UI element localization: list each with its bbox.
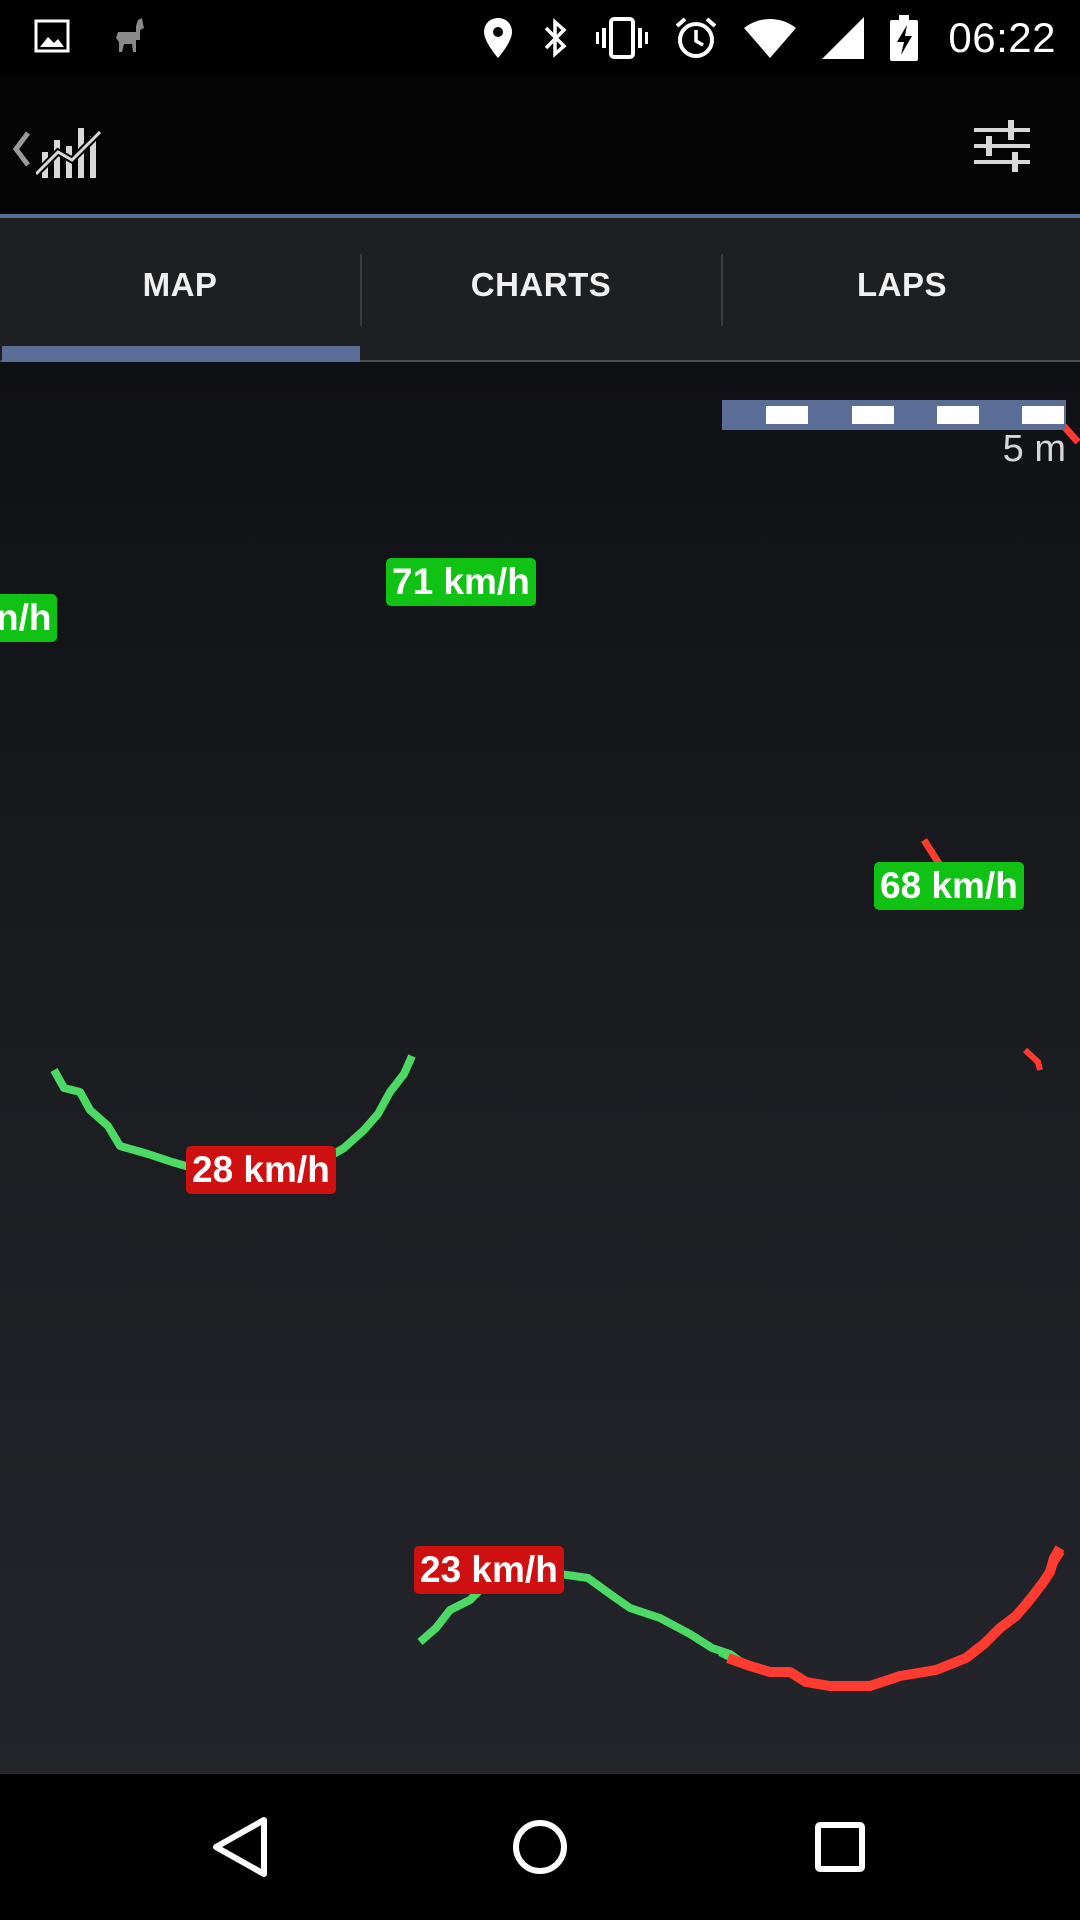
- scale-segment: [937, 406, 979, 424]
- triangle-back-icon: [210, 1817, 270, 1884]
- tab-laps[interactable]: LAPS: [722, 218, 1080, 362]
- circle-home-icon: [510, 1820, 570, 1884]
- alarm-icon: [674, 16, 718, 60]
- track-segment-slow: [726, 1545, 1065, 1691]
- selected-tab-indicator: [2, 346, 360, 362]
- tab-bar: MAP CHARTS LAPS: [0, 218, 1080, 362]
- speed-label: 68 km/h: [874, 862, 1024, 910]
- vibrate-icon: [596, 16, 649, 60]
- clock-time: 06:22: [948, 14, 1056, 61]
- up-navigation-button[interactable]: [10, 118, 103, 185]
- status-bar: 06:22: [0, 0, 1080, 76]
- speed-label: 28 km/h: [186, 1146, 336, 1194]
- app-bar: [0, 76, 1080, 214]
- scale-segment: [852, 406, 894, 424]
- map-view[interactable]: 5 m n/h 71 km/h 68 km/h 28 km/h 23 km/h: [0, 362, 1080, 1774]
- chart-bars-icon: [33, 118, 103, 185]
- nav-home-button[interactable]: [510, 1814, 570, 1885]
- tab-charts[interactable]: CHARTS: [361, 218, 721, 362]
- speed-label: 71 km/h: [386, 558, 536, 606]
- speed-label: 23 km/h: [414, 1546, 564, 1594]
- map-scale-label: 5 m: [1002, 428, 1066, 470]
- settings-sliders-button[interactable]: [972, 116, 1032, 181]
- track-segment-slow: [1022, 1047, 1043, 1071]
- battery-charging-icon: [890, 15, 919, 61]
- map-scale-bar: [722, 400, 1066, 430]
- chevron-left-icon: [10, 129, 32, 174]
- scale-segment: [766, 406, 808, 424]
- scale-segment: [1022, 406, 1064, 424]
- speed-label: n/h: [0, 594, 58, 642]
- nav-recents-button[interactable]: [810, 1814, 870, 1885]
- location-icon: [482, 16, 514, 60]
- sliders-icon: [972, 120, 1032, 180]
- system-navigation-bar: [0, 1774, 1080, 1920]
- nav-back-button[interactable]: [210, 1814, 270, 1885]
- llama-icon: [110, 16, 150, 56]
- bluetooth-icon: [540, 16, 570, 60]
- wifi-icon: [744, 18, 797, 58]
- image-icon: [34, 19, 70, 53]
- tab-map[interactable]: MAP: [0, 218, 360, 362]
- square-recents-icon: [810, 1822, 870, 1884]
- signal-icon: [822, 17, 865, 59]
